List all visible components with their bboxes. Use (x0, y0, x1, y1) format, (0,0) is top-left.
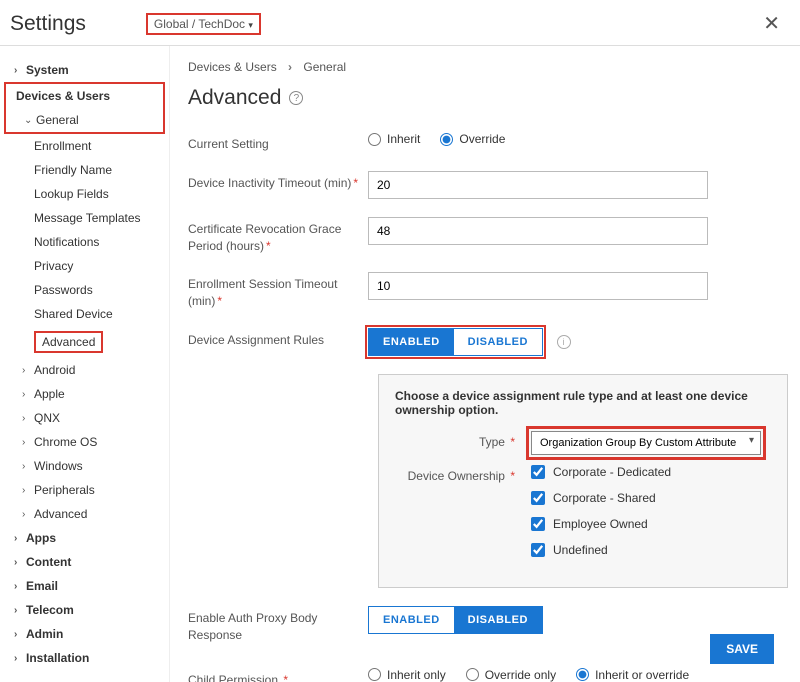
page-header: Settings (10, 12, 86, 36)
sidebar-item-content[interactable]: ›Content (4, 550, 165, 574)
radio-inherit-or-override[interactable]: Inherit or override (576, 668, 689, 682)
org-group-label: Global / TechDoc (154, 17, 245, 31)
radio-override[interactable]: Override (440, 132, 505, 146)
checkbox-undefined[interactable]: Undefined (531, 543, 771, 557)
cert-revocation-input[interactable] (368, 217, 708, 245)
chevron-right-icon: › (14, 581, 24, 592)
chevron-right-icon: › (22, 413, 32, 424)
radio-inherit[interactable]: Inherit (368, 132, 420, 146)
chevron-right-icon: › (14, 65, 24, 76)
breadcrumb-current: General (303, 60, 346, 74)
sidebar-item-enrollment[interactable]: Enrollment (4, 134, 165, 158)
chevron-right-icon: › (288, 60, 292, 74)
checkbox-corporate-dedicated[interactable]: Corporate - Dedicated (531, 465, 771, 479)
sidebar-item-peripherals[interactable]: ›Peripherals (4, 478, 165, 502)
sidebar-item-notifications[interactable]: Notifications (4, 230, 165, 254)
sidebar-highlight-box: Devices & Users ⌄General (4, 82, 165, 134)
sidebar-item-email[interactable]: ›Email (4, 574, 165, 598)
sidebar-item-qnx[interactable]: ›QNX (4, 406, 165, 430)
sidebar-item-devices-users[interactable]: Devices & Users (6, 84, 163, 108)
chevron-right-icon: › (22, 389, 32, 400)
sidebar-item-admin[interactable]: ›Admin (4, 622, 165, 646)
label-device-rules: Device Assignment Rules (188, 328, 368, 349)
device-rules-toggle: ENABLED DISABLED (368, 328, 543, 356)
panel-title: Choose a device assignment rule type and… (395, 389, 771, 417)
device-inactivity-input[interactable] (368, 171, 708, 199)
auth-proxy-disabled-button[interactable]: DISABLED (454, 607, 542, 633)
radio-inherit-only[interactable]: Inherit only (368, 668, 446, 682)
label-enrollment-timeout: Enrollment Session Timeout (min)* (188, 272, 368, 310)
label-current-setting: Current Setting (188, 132, 368, 153)
main-content: Devices & Users › General Advanced ? Cur… (170, 46, 800, 682)
breadcrumb: Devices & Users › General (188, 60, 788, 74)
label-ownership: Device Ownership * (395, 465, 515, 483)
radio-override-only[interactable]: Override only (466, 668, 556, 682)
enrollment-timeout-input[interactable] (368, 272, 708, 300)
sidebar-item-lookup-fields[interactable]: Lookup Fields (4, 182, 165, 206)
help-icon[interactable]: ? (289, 91, 303, 105)
chevron-right-icon: › (22, 461, 32, 472)
org-group-selector[interactable]: Global / TechDoc ▾ (146, 13, 261, 35)
chevron-right-icon: › (22, 485, 32, 496)
chevron-right-icon: › (14, 557, 24, 568)
auth-proxy-enabled-button[interactable]: ENABLED (369, 607, 454, 633)
sidebar-item-advanced-du[interactable]: ›Advanced (4, 502, 165, 526)
child-permission-group: Inherit only Override only Inherit or ov… (368, 668, 788, 682)
label-child-permission: Child Permission * (188, 668, 368, 682)
sidebar-item-message-templates[interactable]: Message Templates (4, 206, 165, 230)
checkbox-corporate-shared[interactable]: Corporate - Shared (531, 491, 771, 505)
chevron-right-icon: › (22, 365, 32, 376)
checkbox-employee-owned[interactable]: Employee Owned (531, 517, 771, 531)
sidebar-item-privacy[interactable]: Privacy (4, 254, 165, 278)
device-rules-enabled-button[interactable]: ENABLED (369, 329, 454, 355)
chevron-right-icon: › (14, 605, 24, 616)
sidebar-item-telecom[interactable]: ›Telecom (4, 598, 165, 622)
info-icon[interactable]: i (557, 335, 571, 349)
chevron-right-icon: › (22, 437, 32, 448)
sidebar-item-system[interactable]: ›System (4, 58, 165, 82)
type-select[interactable]: Organization Group By Custom Attribute (531, 431, 761, 455)
breadcrumb-parent[interactable]: Devices & Users (188, 60, 277, 74)
sidebar-item-windows[interactable]: ›Windows (4, 454, 165, 478)
sidebar-item-general[interactable]: ⌄General (6, 108, 163, 132)
auth-proxy-toggle: ENABLED DISABLED (368, 606, 543, 634)
sidebar-item-shared-device[interactable]: Shared Device (4, 302, 165, 326)
chevron-right-icon: › (14, 653, 24, 664)
ownership-list: Corporate - Dedicated Corporate - Shared… (515, 465, 771, 569)
sidebar-item-android[interactable]: ›Android (4, 358, 165, 382)
label-auth-proxy: Enable Auth Proxy Body Response (188, 606, 368, 644)
sidebar-item-apps[interactable]: ›Apps (4, 526, 165, 550)
type-select-wrap: Organization Group By Custom Attribute (531, 431, 761, 455)
chevron-down-icon: ▾ (248, 20, 253, 30)
label-type: Type * (395, 431, 515, 449)
chevron-right-icon: › (14, 533, 24, 544)
chevron-down-icon: ⌄ (24, 115, 34, 126)
save-button[interactable]: SAVE (710, 634, 774, 664)
device-rules-disabled-button[interactable]: DISABLED (454, 329, 542, 355)
assignment-panel: Choose a device assignment rule type and… (378, 374, 788, 588)
label-device-inactivity: Device Inactivity Timeout (min)* (188, 171, 368, 192)
sidebar-item-friendly-name[interactable]: Friendly Name (4, 158, 165, 182)
sidebar-item-chromeos[interactable]: ›Chrome OS (4, 430, 165, 454)
sidebar-item-passwords[interactable]: Passwords (4, 278, 165, 302)
chevron-right-icon: › (14, 629, 24, 640)
sidebar-item-installation[interactable]: ›Installation (4, 646, 165, 670)
sidebar-item-advanced[interactable]: Advanced (4, 326, 165, 358)
sidebar: ›System Devices & Users ⌄General Enrollm… (0, 46, 170, 682)
chevron-right-icon: › (22, 509, 32, 520)
label-cert-revocation: Certificate Revocation Grace Period (hou… (188, 217, 368, 255)
close-icon[interactable]: ✕ (763, 11, 780, 36)
page-title: Advanced ? (188, 86, 788, 110)
current-setting-group: Inherit Override (368, 132, 788, 146)
sidebar-item-apple[interactable]: ›Apple (4, 382, 165, 406)
